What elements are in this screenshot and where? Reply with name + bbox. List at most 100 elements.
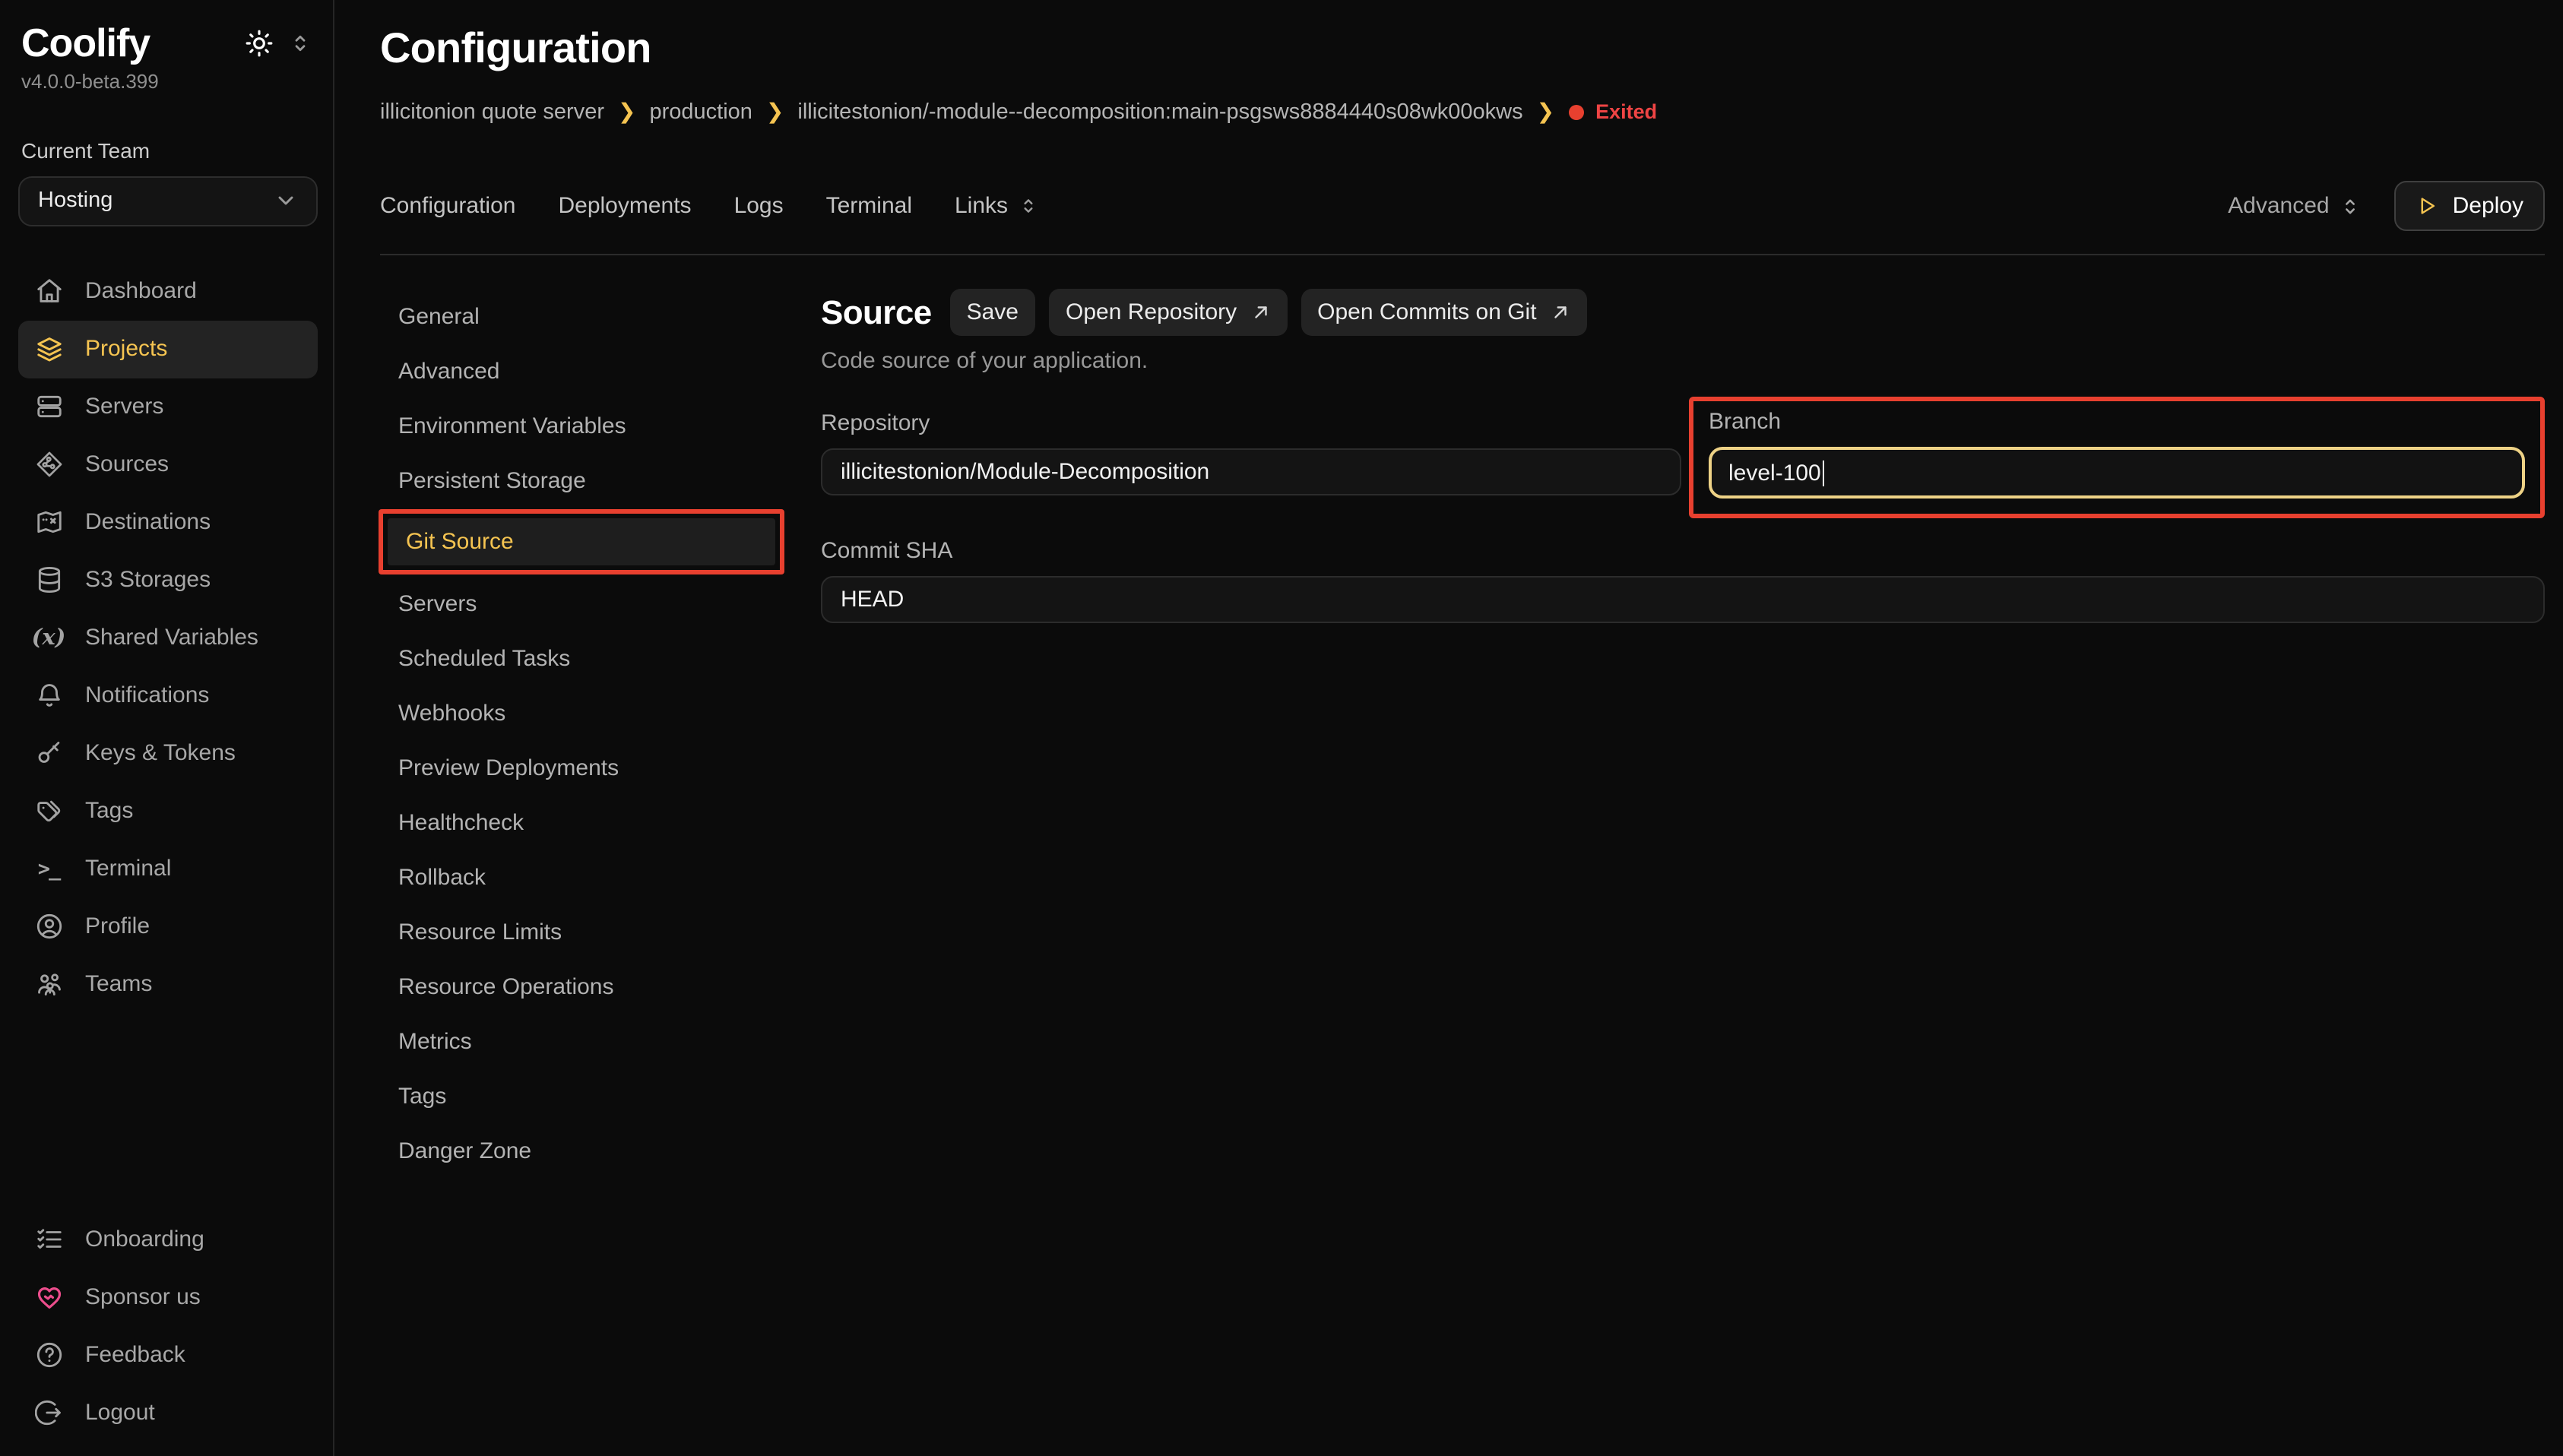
sidebar-item-logout[interactable]: Logout — [18, 1383, 318, 1441]
tab-links[interactable]: Links — [955, 193, 1038, 219]
sidebar-item-keys-tokens[interactable]: Keys & Tokens — [18, 724, 318, 782]
sidebar-item-notifications[interactable]: Notifications — [18, 666, 318, 724]
current-team-label: Current Team — [21, 138, 318, 162]
subnav-item-resource-operations[interactable]: Resource Operations — [380, 959, 775, 1014]
theme-selector-chevrons-icon[interactable] — [289, 32, 312, 55]
save-button[interactable]: Save — [950, 289, 1035, 336]
database-icon — [33, 565, 64, 594]
chevron-down-icon — [274, 188, 298, 213]
branch-input[interactable]: level-100 — [1709, 447, 2525, 499]
sidebar-item-sponsor-us[interactable]: Sponsor us — [18, 1268, 318, 1325]
variable-icon: (x) — [33, 625, 64, 650]
user-icon — [33, 912, 64, 941]
app-logo[interactable]: Coolify — [21, 21, 150, 65]
bell-icon — [33, 681, 64, 710]
chevrons-up-down-icon — [1019, 196, 1038, 216]
subnav-item-healthcheck[interactable]: Healthcheck — [380, 795, 775, 850]
layers-icon — [33, 334, 64, 363]
status-badge: Exited — [1568, 100, 1657, 123]
subnav-item-advanced[interactable]: Advanced — [380, 343, 775, 398]
home-icon — [33, 277, 64, 305]
annotation-box-git-source: Git Source — [379, 509, 784, 574]
sidebar-item-sources[interactable]: Sources — [18, 435, 318, 493]
source-subtitle: Code source of your application. — [821, 348, 2545, 374]
branch-label: Branch — [1709, 409, 2525, 435]
sidebar-item-projects[interactable]: Projects — [18, 320, 318, 378]
page-title: Configuration — [380, 24, 2545, 73]
advanced-toggle[interactable]: Advanced — [2228, 193, 2361, 219]
repository-field: Repository — [821, 410, 1681, 495]
sidebar-item-onboarding[interactable]: Onboarding — [18, 1210, 318, 1268]
chevron-right-icon: ❯ — [618, 99, 635, 125]
tags-icon — [33, 796, 64, 825]
sidebar-item-s3-storages[interactable]: S3 Storages — [18, 551, 318, 609]
help-icon — [33, 1340, 64, 1369]
tab-deployments[interactable]: Deployments — [558, 193, 691, 219]
subnav-item-resource-limits[interactable]: Resource Limits — [380, 904, 775, 959]
source-heading: Source — [821, 293, 932, 332]
tab-logs[interactable]: Logs — [734, 193, 784, 219]
text-cursor — [1823, 460, 1825, 486]
subnav-item-general[interactable]: General — [380, 289, 775, 343]
commit-sha-input[interactable] — [821, 576, 2545, 623]
key-icon — [33, 739, 64, 768]
tabs-row: Configuration Deployments Logs Terminal … — [380, 181, 2545, 231]
breadcrumb: illicitonion quote server ❯ production ❯… — [380, 99, 2545, 125]
tabs: Configuration Deployments Logs Terminal … — [380, 193, 1038, 219]
heart-icon — [33, 1282, 64, 1311]
subnav-item-rollback[interactable]: Rollback — [380, 850, 775, 904]
sidebar-item-tags[interactable]: Tags — [18, 782, 318, 840]
tabs-divider — [380, 254, 2545, 255]
status-label: Exited — [1595, 100, 1657, 123]
sidebar-item-terminal[interactable]: >_ Terminal — [18, 840, 318, 897]
sidebar-item-feedback[interactable]: Feedback — [18, 1325, 318, 1383]
sidebar-item-destinations[interactable]: Destinations — [18, 493, 318, 551]
logo-row: Coolify — [18, 21, 318, 65]
open-repository-button[interactable]: Open Repository — [1049, 289, 1287, 336]
app-version: v4.0.0-beta.399 — [21, 69, 318, 92]
team-select-value: Hosting — [38, 188, 112, 213]
sidebar-item-profile[interactable]: Profile — [18, 897, 318, 955]
tab-configuration[interactable]: Configuration — [380, 193, 515, 219]
sidebar-item-servers[interactable]: Servers — [18, 378, 318, 435]
subnav-item-persistent-storage[interactable]: Persistent Storage — [380, 453, 775, 508]
server-icon — [33, 392, 64, 421]
sidebar-footer-nav: Onboarding Sponsor us Feedback Logout — [18, 1210, 318, 1441]
breadcrumb-environment[interactable]: production — [649, 100, 752, 124]
breadcrumb-application[interactable]: illicitestonion/-module--decomposition:m… — [797, 100, 1522, 124]
breadcrumb-project[interactable]: illicitonion quote server — [380, 100, 604, 124]
chevron-right-icon: ❯ — [766, 99, 784, 125]
repository-label: Repository — [821, 410, 1681, 436]
annotation-box-branch: Branch level-100 — [1689, 397, 2545, 518]
config-subnav: General Advanced Environment Variables P… — [380, 289, 775, 1456]
open-commits-button[interactable]: Open Commits on Git — [1301, 289, 1586, 336]
subnav-item-preview-deployments[interactable]: Preview Deployments — [380, 740, 775, 795]
subnav-item-tags[interactable]: Tags — [380, 1068, 775, 1123]
sidebar-item-teams[interactable]: Teams — [18, 955, 318, 1013]
logout-icon — [33, 1397, 64, 1426]
commit-sha-field: Commit SHA — [821, 538, 2545, 623]
subnav-item-metrics[interactable]: Metrics — [380, 1014, 775, 1068]
repository-input[interactable] — [821, 448, 1681, 495]
subnav-item-scheduled-tasks[interactable]: Scheduled Tasks — [380, 631, 775, 685]
theme-toggle-sun-icon[interactable] — [245, 29, 274, 58]
deploy-button[interactable]: Deploy — [2395, 181, 2545, 231]
subnav-item-servers[interactable]: Servers — [380, 576, 775, 631]
tabs-actions: Advanced Deploy — [2228, 181, 2545, 231]
terminal-icon: >_ — [33, 856, 64, 881]
subnav-item-webhooks[interactable]: Webhooks — [380, 685, 775, 740]
subnav-item-git-source[interactable]: Git Source — [388, 518, 775, 565]
subnav-item-environment-variables[interactable]: Environment Variables — [380, 398, 775, 453]
tab-terminal[interactable]: Terminal — [826, 193, 912, 219]
play-icon — [2416, 195, 2439, 217]
status-dot-icon — [1568, 104, 1583, 119]
sidebar-item-dashboard[interactable]: Dashboard — [18, 262, 318, 320]
main-content: Configuration illicitonion quote server … — [334, 0, 2563, 1456]
users-icon — [33, 970, 64, 999]
sidebar-item-shared-variables[interactable]: (x) Shared Variables — [18, 609, 318, 666]
git-source-panel: Source Save Open Repository Open Commits… — [821, 289, 2545, 1456]
chevrons-up-down-icon — [2340, 195, 2362, 217]
external-link-icon — [1250, 302, 1270, 322]
team-select[interactable]: Hosting — [18, 176, 318, 226]
subnav-item-danger-zone[interactable]: Danger Zone — [380, 1123, 775, 1178]
